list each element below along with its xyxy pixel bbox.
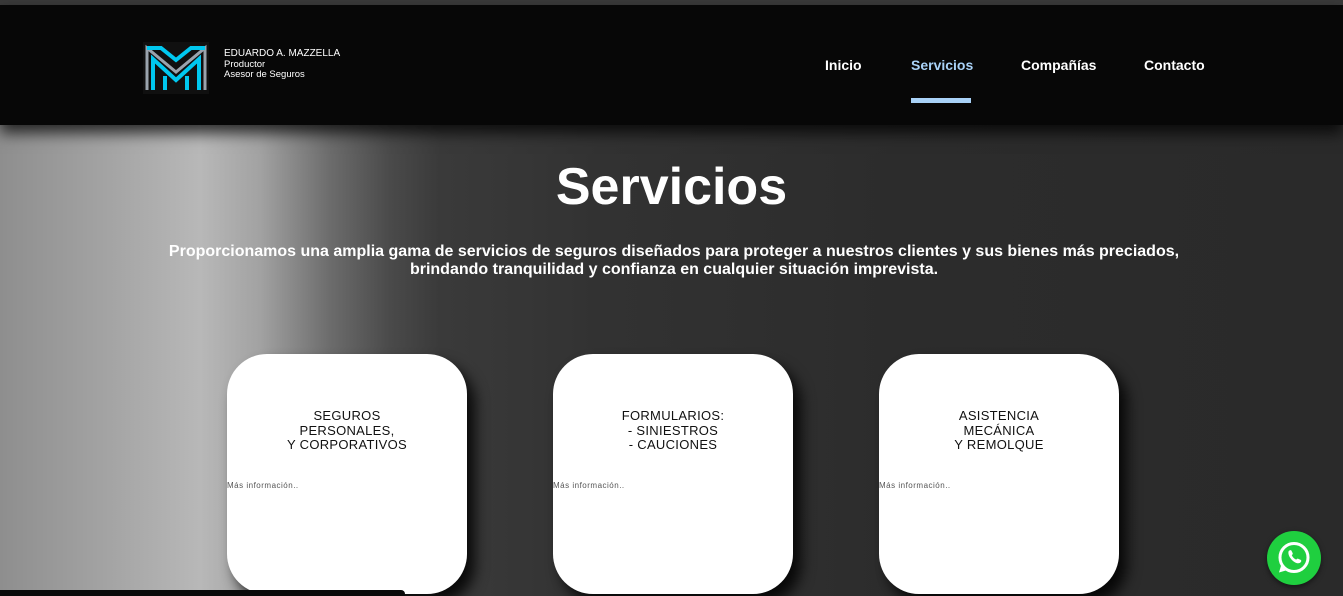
nav-servicios[interactable]: Servicios <box>911 57 973 73</box>
service-card-asistencia[interactable]: ASISTENCIA MECÁNICA Y REMOLQUE <box>879 354 1119 594</box>
card-title: ASISTENCIA MECÁNICA Y REMOLQUE <box>879 408 1119 453</box>
card-title-line: FORMULARIOS: <box>621 408 725 423</box>
card-title-line: PERSONALES, <box>299 422 395 438</box>
card-title-line: ASISTENCIA <box>958 408 1040 423</box>
card-title: FORMULARIOS: - SINIESTROS - CAUCIONES <box>553 408 793 453</box>
whatsapp-button[interactable] <box>1267 531 1321 585</box>
more-info-link[interactable]: Más información.. <box>227 481 467 490</box>
card-title-line: SEGUROS <box>313 408 381 423</box>
nav-inicio[interactable]: Inicio <box>825 57 862 73</box>
whatsapp-icon <box>1278 542 1310 573</box>
card-title-line: Y REMOLQUE <box>954 437 1044 452</box>
description-line-2: brindando tranquilidad y confianza en cu… <box>409 261 939 278</box>
service-card-seguros[interactable]: SEGUROS PERSONALES, Y CORPORATIVOS <box>227 354 467 594</box>
page-description: Proporcionamos una amplia gama de servic… <box>120 243 1228 279</box>
card-title-line: MECÁNICA <box>963 422 1035 438</box>
service-card-formularios[interactable]: FORMULARIOS: - SINIESTROS - CAUCIONES <box>553 354 793 594</box>
nav-contacto[interactable]: Contacto <box>1144 57 1205 73</box>
active-nav-indicator <box>911 98 971 103</box>
main-nav: Inicio Servicios Compañías Contacto <box>0 57 1343 77</box>
site-header: EDUARDO A. MAZZELLA Productor Asesor de … <box>0 5 1343 125</box>
card-title: SEGUROS PERSONALES, Y CORPORATIVOS <box>227 408 467 453</box>
nav-companias[interactable]: Compañías <box>1021 57 1096 73</box>
description-line-1: Proporcionamos una amplia gama de servic… <box>168 243 1180 260</box>
more-info-link[interactable]: Más información.. <box>879 481 1119 490</box>
more-info-link[interactable]: Más información.. <box>553 481 793 490</box>
card-title-line: - CAUCIONES <box>628 437 718 452</box>
card-title-line: Y CORPORATIVOS <box>286 437 408 452</box>
page-title: Servicios <box>555 158 788 216</box>
card-title-line: - SINIESTROS <box>627 422 719 438</box>
bottom-bar <box>0 590 405 596</box>
